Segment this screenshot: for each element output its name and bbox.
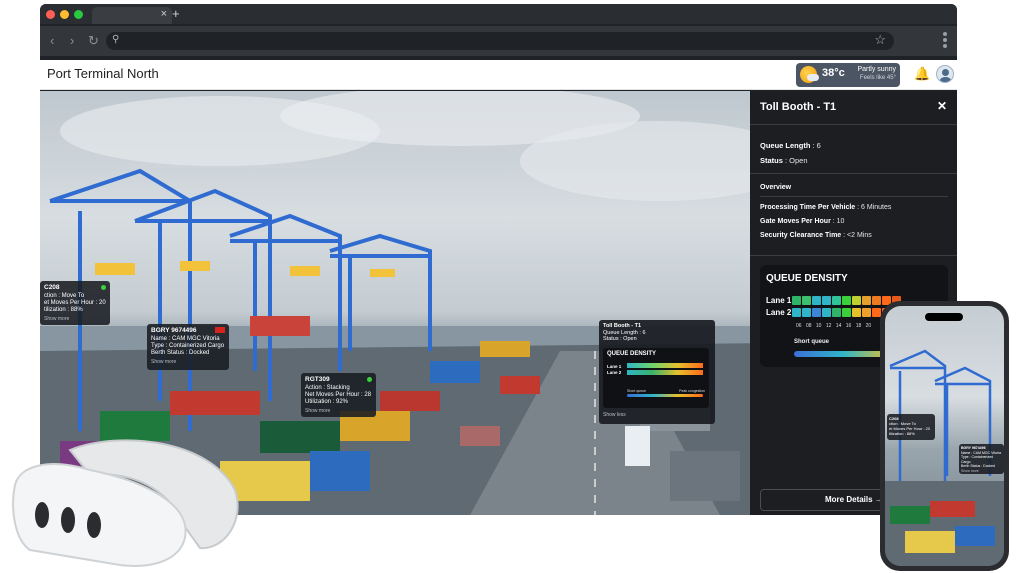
- weather-condition: Partly sunny: [857, 66, 896, 73]
- nav-bar: ‹ › ↻ ⚲ ☆: [40, 26, 957, 56]
- show-more-link[interactable]: Show more: [305, 408, 372, 415]
- show-less-link[interactable]: Show less: [603, 412, 626, 419]
- density-title: QUEUE DENSITY: [607, 351, 657, 357]
- address-bar[interactable]: ⚲ ☆: [106, 32, 894, 50]
- more-details-label: More Details →: [825, 495, 883, 504]
- equipment-card[interactable]: C208 ction : Move To et Moves Per Hour :…: [40, 281, 110, 325]
- card-id: C208: [44, 284, 60, 291]
- card-line: tilization : 88%: [889, 431, 915, 436]
- tab-close-icon[interactable]: ×: [161, 8, 167, 20]
- status-row: Status : Open: [760, 156, 808, 165]
- gate-moves-value: : 10: [830, 218, 845, 225]
- back-button[interactable]: ‹: [50, 33, 54, 48]
- equipment-card[interactable]: RGT309 Action : Stacking Net Moves Per H…: [301, 373, 376, 417]
- show-more-link[interactable]: Show more: [44, 316, 106, 323]
- legend-short: Short queue: [794, 339, 830, 345]
- divider: [750, 255, 957, 256]
- card-line: Name : CAM MGC Vitoria: [151, 336, 220, 342]
- bell-icon[interactable]: 🔔: [914, 66, 930, 82]
- lane-cells: [627, 370, 703, 375]
- phone-equipment-card[interactable]: C208 ction : Move To et Moves Per Hour :…: [887, 414, 935, 440]
- cloud-icon: [807, 74, 819, 81]
- status-value: : Open: [782, 156, 808, 165]
- app-header: Port Terminal North 38°c Partly sunny Fe…: [40, 60, 957, 90]
- security-value: : <2 Mins: [841, 232, 872, 239]
- reload-button[interactable]: ↻: [88, 33, 99, 49]
- lane-2-label: Lane 2: [766, 308, 792, 317]
- card-id: BGRY 9674496: [151, 327, 197, 334]
- hour-labels: 06 08 10 12 14 16 18 20: [796, 323, 872, 329]
- feels-like: Feels like 45°: [859, 75, 896, 81]
- processing-row: Processing Time Per Vehicle : 6 Minutes: [760, 204, 891, 211]
- lane-1-label: Lane 1: [766, 296, 792, 305]
- weather-widget: 38°c Partly sunny Feels like 45°: [796, 63, 900, 87]
- star-icon[interactable]: ☆: [874, 32, 886, 48]
- card-id: RGT309: [305, 376, 330, 383]
- processing-value: : 6 Minutes: [855, 204, 892, 211]
- search-icon: ⚲: [112, 34, 120, 45]
- show-more-link[interactable]: Show more: [961, 469, 1002, 474]
- card-line: ction : Move To: [44, 293, 85, 299]
- lane-1-cells: [792, 296, 901, 305]
- card-line: Type : Containerized Cargo: [961, 455, 994, 464]
- queue-density-mini: QUEUE DENSITY Lane 1 Lane 2 Short queue …: [603, 348, 709, 408]
- queue-length-row: Queue Length : 6: [760, 141, 821, 150]
- toll-booth-popup[interactable]: Toll Booth - T1 Queue Length : 6 Status …: [599, 320, 715, 424]
- queue-length-label: Queue Length: [760, 141, 811, 150]
- phone-screen: C208 ction : Move To et Moves Per Hour :…: [885, 306, 1004, 566]
- gradient-legend: [627, 394, 703, 397]
- weather-description: Partly sunny Feels like 45°: [857, 66, 896, 82]
- status-led: [101, 285, 106, 290]
- page-title: Port Terminal North: [47, 66, 159, 81]
- flag-icon: [215, 327, 225, 333]
- divider: [750, 124, 957, 125]
- card-line: Net Moves Per Hour : 28: [305, 392, 372, 398]
- divider: [750, 173, 957, 174]
- card-line: tilization : 88%: [44, 307, 83, 313]
- new-tab-button[interactable]: +: [172, 6, 180, 21]
- phone-vessel-card[interactable]: BGRY 9674496 Name : CAM MGC Vitoria Type…: [959, 444, 1004, 474]
- show-more-link[interactable]: Show more: [151, 359, 225, 366]
- gate-moves-row: Gate Moves Per Hour : 10: [760, 218, 844, 225]
- dynamic-island: [925, 313, 963, 321]
- maximize-window-button[interactable]: [74, 10, 83, 19]
- status-label: Status: [760, 156, 783, 165]
- security-row: Security Clearance Time : <2 Mins: [760, 232, 872, 239]
- phone-mockup: C208 ction : Move To et Moves Per Hour :…: [880, 301, 1009, 571]
- popup-status: Status : Open: [603, 336, 637, 342]
- card-line: et Moves Per Hour : 20: [44, 300, 106, 306]
- temperature: 38°c: [822, 67, 845, 79]
- avatar-icon[interactable]: [936, 65, 954, 83]
- lane-cells: [627, 363, 703, 368]
- card-line: Utilization : 92%: [305, 399, 349, 405]
- vessel-card[interactable]: BGRY 9674496 Name : CAM MGC Vitoria Type…: [147, 324, 229, 370]
- vr-headset-icon: [12, 439, 239, 567]
- close-icon[interactable]: ✕: [937, 99, 947, 113]
- card-line: Action : Stacking: [305, 385, 350, 391]
- overview-heading: Overview: [760, 184, 792, 191]
- density-title: QUEUE DENSITY: [766, 273, 848, 284]
- panel-title: Toll Booth - T1: [760, 101, 837, 113]
- menu-icon[interactable]: [943, 32, 947, 50]
- gate-moves-label: Gate Moves Per Hour: [760, 218, 831, 225]
- forward-button[interactable]: ›: [70, 33, 74, 48]
- minimize-window-button[interactable]: [60, 10, 69, 19]
- showcase: × + ‹ › ↻ ⚲ ☆ Port Terminal North 38°c P…: [0, 0, 1016, 573]
- lane-label: Lane 2: [607, 370, 622, 375]
- card-line: Type : Containerized Cargo: [151, 343, 225, 349]
- queue-length-value: : 6: [810, 141, 821, 150]
- tab-bar: × +: [40, 4, 957, 24]
- browser-tab[interactable]: ×: [92, 7, 172, 24]
- close-window-button[interactable]: [46, 10, 55, 19]
- security-label: Security Clearance Time: [760, 232, 842, 239]
- processing-label: Processing Time Per Vehicle: [760, 204, 856, 211]
- status-led: [367, 377, 372, 382]
- card-line: Berth Status : Docked: [151, 350, 210, 356]
- divider: [760, 196, 948, 197]
